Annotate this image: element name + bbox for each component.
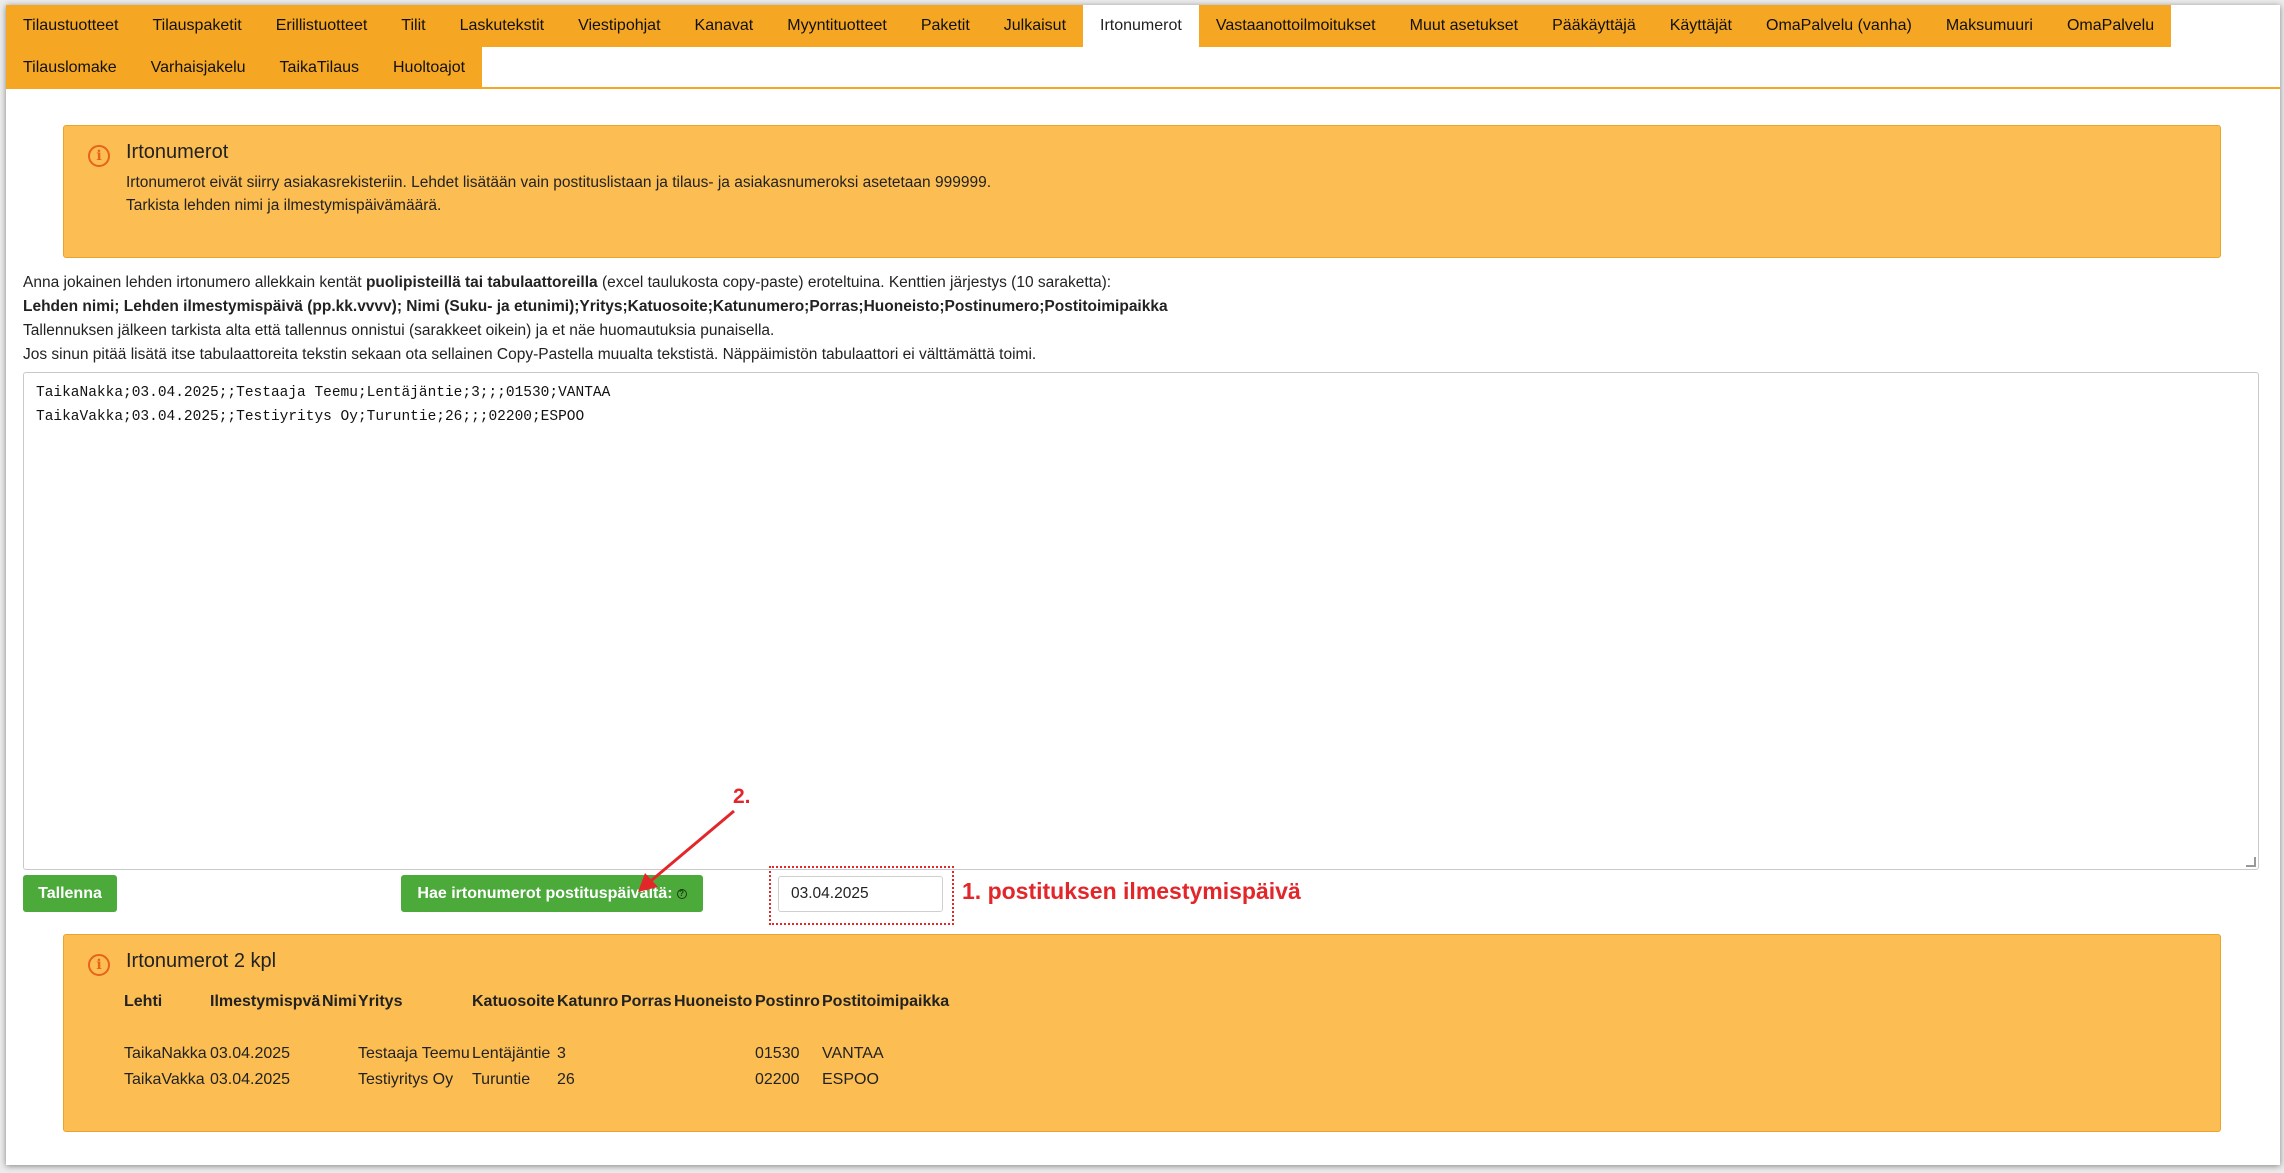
save-button[interactable]: Tallenna xyxy=(23,875,117,912)
info-alert-line-2: Tarkista lehden nimi ja ilmestymispäiväm… xyxy=(126,197,442,214)
table-cell: Testaaja Teemu xyxy=(358,1045,470,1062)
tab-vastaanottoilmoitukset[interactable]: Vastaanottoilmoitukset xyxy=(1198,5,1393,47)
date-highlight-box xyxy=(769,866,954,925)
tab-kanavat[interactable]: Kanavat xyxy=(677,5,771,47)
app-frame: Tilaustuotteet Tilauspaketit Erillistuotte… xyxy=(6,5,2280,1165)
tab-tilit[interactable]: Tilit xyxy=(384,5,443,47)
tab-tilaustuotteet[interactable]: Tilaustuotteet xyxy=(6,5,136,47)
table-cell xyxy=(322,1067,358,1093)
table-cell: TaikaVakka xyxy=(124,1071,205,1088)
table-cell: Testiyritys Oy xyxy=(358,1071,454,1088)
table-row: TaikaNakka 03.04.2025 Testaaja Teemu Lentäj… xyxy=(124,1041,952,1067)
tab-paketit[interactable]: Paketit xyxy=(903,5,987,47)
col-header: Yritys xyxy=(358,993,403,1010)
table-cell: ESPOO xyxy=(822,1071,879,1088)
table-cell: TaikaNakka xyxy=(124,1045,207,1062)
tab-row-2: Tilauslomake Varhaisjakelu TaikaTilaus Huol… xyxy=(6,47,2280,89)
tab-tilauspaketit[interactable]: Tilauspaketit xyxy=(135,5,259,47)
tab-erillistuotteet[interactable]: Erillistuotteet xyxy=(258,5,385,47)
col-header: Ilmestymispvä xyxy=(210,993,321,1010)
col-header: Lehti xyxy=(124,993,163,1010)
info-icon: i xyxy=(88,954,110,976)
table-cell xyxy=(621,1067,674,1093)
col-header: Katunro xyxy=(557,993,619,1010)
table-cell xyxy=(674,1067,755,1093)
col-header: Katuosoite xyxy=(472,993,555,1010)
instruction-line-4: Jos sinun pitää lisätä itse tabulaattore… xyxy=(23,346,1037,363)
tab-row-1: Tilaustuotteet Tilauspaketit Erillistuotte… xyxy=(6,5,2280,47)
tab-maksumuuri[interactable]: Maksumuuri xyxy=(1928,5,2050,47)
table-cell: Turuntie xyxy=(472,1071,531,1088)
table-cell: 01530 xyxy=(755,1045,800,1062)
tab-viestipohjat[interactable]: Viestipohjat xyxy=(561,5,678,47)
table-cell: 26 xyxy=(557,1071,575,1088)
tab-muut-asetukset[interactable]: Muut asetukset xyxy=(1392,5,1536,47)
issues-textarea[interactable]: TaikaNakka;03.04.2025;;Testaaja Teemu;Le… xyxy=(23,372,2259,870)
table-cell xyxy=(621,1041,674,1067)
tab-laskutekstit[interactable]: Laskutekstit xyxy=(442,5,562,47)
col-header: Porras xyxy=(621,993,672,1010)
col-header: Huoneisto xyxy=(674,993,753,1010)
tab-julkaisut[interactable]: Julkaisut xyxy=(986,5,1084,47)
tab-omapalvelu-vanha[interactable]: OmaPalvelu (vanha) xyxy=(1749,5,1929,47)
table-cell: 3 xyxy=(557,1045,566,1062)
table-cell: 02200 xyxy=(755,1071,800,1088)
result-alert-title: Irtonumerot 2 kpl xyxy=(126,950,277,972)
tab-irtonumerot[interactable]: Irtonumerot xyxy=(1083,5,1199,47)
table-cell: 03.04.2025 xyxy=(210,1045,291,1062)
instruction-line-3: Tallennuksen jälkeen tarkista alta että … xyxy=(23,322,775,339)
col-header: Nimi xyxy=(322,993,357,1010)
tab-kayttajat[interactable]: Käyttäjät xyxy=(1652,5,1749,47)
tab-bar: Tilaustuotteet Tilauspaketit Erillistuotte… xyxy=(6,5,2280,89)
tab-tilauslomake[interactable]: Tilauslomake xyxy=(6,47,134,89)
table-cell xyxy=(322,1041,358,1067)
instruction-line-2: Lehden nimi; Lehden ilmestymispäivä (pp.… xyxy=(23,298,1168,315)
tab-myyntituotteet[interactable]: Myyntituotteet xyxy=(770,5,904,47)
table-row: TaikaVakka 03.04.2025 Testiyritys Oy Turunt… xyxy=(124,1067,952,1093)
table-cell xyxy=(674,1041,755,1067)
table-cell: VANTAA xyxy=(822,1045,884,1062)
col-header: Postinro xyxy=(755,993,820,1010)
instruction-line-1: Anna jokainen lehden irtonumero allekkai… xyxy=(23,274,1112,291)
tab-varhaisjakelu[interactable]: Varhaisjakelu xyxy=(133,47,263,89)
result-table: Lehti Ilmestymispvä Nimi Yritys Katuosoi… xyxy=(124,989,952,1093)
tab-taikatilaus[interactable]: TaikaTilaus xyxy=(262,47,376,89)
tab-huoltoajot[interactable]: Huoltoajot xyxy=(375,47,483,89)
col-header: Postitoimipaikka xyxy=(822,993,950,1010)
resize-handle-icon[interactable] xyxy=(2246,857,2256,867)
tab-paakayttaja[interactable]: Pääkäyttäjä xyxy=(1535,5,1653,47)
mailing-date-input[interactable] xyxy=(778,876,943,912)
info-alert-title: Irtonumerot xyxy=(126,141,229,163)
textarea-line: TaikaVakka;03.04.2025;;Testiyritys Oy;Tu… xyxy=(36,409,585,425)
table-cell: Lentäjäntie xyxy=(472,1045,551,1062)
table-cell: 03.04.2025 xyxy=(210,1071,291,1088)
textarea-line: TaikaNakka;03.04.2025;;Testaaja Teemu;Le… xyxy=(36,385,611,401)
annotation-arrow-icon xyxy=(638,809,735,892)
table-header-row: Lehti Ilmestymispvä Nimi Yritys Katuosoi… xyxy=(124,989,952,1015)
tab-omapalvelu[interactable]: OmaPalvelu xyxy=(2049,5,2172,47)
info-icon: i xyxy=(88,145,110,167)
info-alert: i Irtonumerot Irtonumerot eivät siirry a… xyxy=(63,125,2221,258)
annotation-step-1: 1. postituksen ilmestymispäivä xyxy=(962,878,1301,904)
info-alert-line-1: Irtonumerot eivät siirry asiakasrekister… xyxy=(126,174,992,191)
